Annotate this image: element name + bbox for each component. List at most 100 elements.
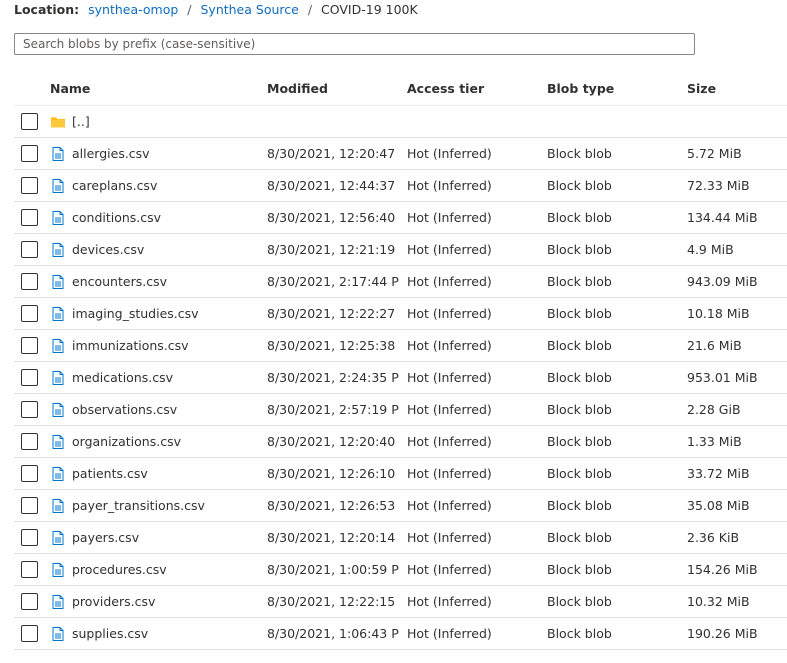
blob-row[interactable]: organizations.csv 8/30/2021, 12:20:40 ..… [14, 426, 787, 458]
column-header-blob-type[interactable]: Blob type [547, 72, 682, 106]
column-header-access-tier[interactable]: Access tier [407, 72, 542, 106]
blob-access-tier: Hot (Inferred) [407, 146, 492, 161]
blob-row[interactable]: payer_transitions.csv 8/30/2021, 12:26:5… [14, 490, 787, 522]
blob-size: 2.28 GiB [687, 402, 741, 417]
blob-row[interactable]: patients.csv 8/30/2021, 12:26:10 ... Hot… [14, 458, 787, 490]
file-icon [50, 530, 66, 546]
row-checkbox[interactable] [21, 145, 38, 162]
column-header-modified[interactable]: Modified [267, 72, 399, 106]
column-header-size[interactable]: Size [687, 72, 782, 106]
blob-row[interactable]: encounters.csv 8/30/2021, 2:17:44 PM Hot… [14, 266, 787, 298]
blob-modified: 8/30/2021, 12:21:19 ... [267, 242, 399, 257]
blob-name-link[interactable]: allergies.csv [72, 138, 150, 169]
row-checkbox[interactable] [21, 273, 38, 290]
blob-name-link[interactable]: patients.csv [72, 458, 148, 489]
row-checkbox[interactable] [21, 209, 38, 226]
blob-name-link[interactable]: organizations.csv [72, 426, 181, 457]
blob-row[interactable]: providers.csv 8/30/2021, 12:22:15 ... Ho… [14, 586, 787, 618]
blob-name-link[interactable]: providers.csv [72, 586, 155, 617]
blob-type: Block blob [547, 626, 612, 641]
blob-size: 190.26 MiB [687, 626, 758, 641]
blob-row[interactable]: imaging_studies.csv 8/30/2021, 12:22:27 … [14, 298, 787, 330]
breadcrumb-folder-link[interactable]: Synthea Source [200, 2, 298, 17]
file-icon [50, 178, 66, 194]
blob-access-tier: Hot (Inferred) [407, 274, 492, 289]
blob-access-tier: Hot (Inferred) [407, 242, 492, 257]
blob-access-tier: Hot (Inferred) [407, 370, 492, 385]
blob-type: Block blob [547, 210, 612, 225]
blob-row[interactable]: observations.csv 8/30/2021, 2:57:19 PM H… [14, 394, 787, 426]
row-checkbox[interactable] [21, 465, 38, 482]
blob-row[interactable]: procedures.csv 8/30/2021, 1:00:59 PM Hot… [14, 554, 787, 586]
file-icon [50, 210, 66, 226]
blob-name-link[interactable]: encounters.csv [72, 266, 167, 297]
file-icon [50, 434, 66, 450]
blob-row[interactable]: immunizations.csv 8/30/2021, 12:25:38 ..… [14, 330, 787, 362]
file-icon [50, 626, 66, 642]
blob-type: Block blob [547, 146, 612, 161]
blob-size: 953.01 MiB [687, 370, 758, 385]
row-checkbox[interactable] [21, 561, 38, 578]
row-checkbox[interactable] [21, 113, 38, 130]
blob-row[interactable]: payers.csv 8/30/2021, 12:20:14 ... Hot (… [14, 522, 787, 554]
blob-access-tier: Hot (Inferred) [407, 306, 492, 321]
blob-name-link[interactable]: payers.csv [72, 522, 139, 553]
blob-modified: 8/30/2021, 12:25:38 ... [267, 338, 399, 353]
blob-type: Block blob [547, 594, 612, 609]
blob-size: 1.33 MiB [687, 434, 742, 449]
blob-size: 5.72 MiB [687, 146, 742, 161]
blob-name-link[interactable]: procedures.csv [72, 554, 167, 585]
breadcrumb-separator: / [187, 2, 192, 17]
blob-access-tier: Hot (Inferred) [407, 498, 492, 513]
blob-modified: 8/30/2021, 12:20:14 ... [267, 530, 399, 545]
blob-type: Block blob [547, 402, 612, 417]
blob-type: Block blob [547, 242, 612, 257]
blob-type: Block blob [547, 370, 612, 385]
file-icon [50, 370, 66, 386]
blob-modified: 8/30/2021, 2:57:19 PM [267, 402, 399, 417]
blob-row[interactable]: devices.csv 8/30/2021, 12:21:19 ... Hot … [14, 234, 787, 266]
blob-type: Block blob [547, 434, 612, 449]
blob-row[interactable]: careplans.csv 8/30/2021, 12:44:37 ... Ho… [14, 170, 787, 202]
column-header-name[interactable]: Name [50, 72, 260, 106]
blob-row[interactable]: conditions.csv 8/30/2021, 12:56:40 ... H… [14, 202, 787, 234]
row-checkbox[interactable] [21, 305, 38, 322]
blob-name-link[interactable]: imaging_studies.csv [72, 298, 199, 329]
blob-name-link[interactable]: immunizations.csv [72, 330, 189, 361]
blob-size: 10.18 MiB [687, 306, 750, 321]
row-checkbox[interactable] [21, 529, 38, 546]
row-checkbox[interactable] [21, 337, 38, 354]
breadcrumb-container-link[interactable]: synthea-omop [88, 2, 178, 17]
blob-size: 35.08 MiB [687, 498, 750, 513]
blob-size: 2.36 KiB [687, 530, 740, 545]
blob-name-link[interactable]: devices.csv [72, 234, 144, 265]
row-checkbox[interactable] [21, 497, 38, 514]
blob-name-link[interactable]: payer_transitions.csv [72, 490, 205, 521]
row-checkbox[interactable] [21, 625, 38, 642]
parent-directory-link[interactable]: [..] [72, 106, 90, 137]
blob-row[interactable]: supplies.csv 8/30/2021, 1:06:43 PM Hot (… [14, 618, 787, 650]
blob-access-tier: Hot (Inferred) [407, 338, 492, 353]
search-blobs-input[interactable] [14, 33, 695, 55]
blob-access-tier: Hot (Inferred) [407, 210, 492, 225]
file-icon [50, 466, 66, 482]
blob-name-link[interactable]: careplans.csv [72, 170, 157, 201]
blob-type: Block blob [547, 466, 612, 481]
parent-directory-row[interactable]: [..] [14, 106, 787, 138]
blob-name-link[interactable]: conditions.csv [72, 202, 161, 233]
blob-row[interactable]: allergies.csv 8/30/2021, 12:20:47 ... Ho… [14, 138, 787, 170]
row-checkbox[interactable] [21, 401, 38, 418]
blob-name-link[interactable]: supplies.csv [72, 618, 148, 649]
blob-name-link[interactable]: medications.csv [72, 362, 173, 393]
row-checkbox[interactable] [21, 593, 38, 610]
blob-modified: 8/30/2021, 12:26:10 ... [267, 466, 399, 481]
row-checkbox[interactable] [21, 241, 38, 258]
blob-size: 154.26 MiB [687, 562, 758, 577]
row-checkbox[interactable] [21, 177, 38, 194]
row-checkbox[interactable] [21, 433, 38, 450]
blob-name-link[interactable]: observations.csv [72, 394, 177, 425]
blob-modified: 8/30/2021, 12:26:53 ... [267, 498, 399, 513]
row-checkbox[interactable] [21, 369, 38, 386]
blob-modified: 8/30/2021, 2:17:44 PM [267, 274, 399, 289]
blob-row[interactable]: medications.csv 8/30/2021, 2:24:35 PM Ho… [14, 362, 787, 394]
